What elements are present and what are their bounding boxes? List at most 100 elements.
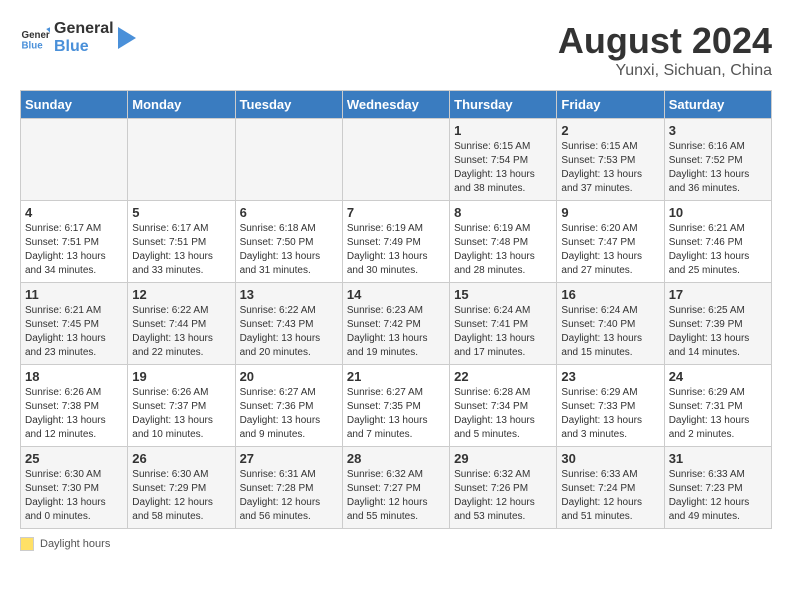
calendar-cell: 23 Sunrise: 6:29 AM Sunset: 7:33 PM Dayli… (557, 365, 664, 447)
logo-icon: General Blue (20, 23, 50, 53)
calendar-cell: 6Sunrise: 6:18 AM Sunset: 7:50 PM Daylig… (235, 201, 342, 283)
day-info: Sunrise: 6:20 AM Sunset: 7:47 PM Dayligh… (561, 222, 659, 278)
calendar-cell: 12 Sunrise: 6:22 AM Sunset: 7:44 PM Dayli… (128, 283, 235, 365)
calendar-week-0: 1 Sunrise: 6:15 AM Sunset: 7:54 PM Daylig… (21, 119, 772, 201)
day-number: 3 (669, 123, 767, 138)
calendar-cell: 24 Sunrise: 6:29 AM Sunset: 7:31 PM Dayli… (664, 365, 771, 447)
calendar-cell: 5Sunrise: 6:17 AM Sunset: 7:51 PM Daylig… (128, 201, 235, 283)
calendar-cell: 30 Sunrise: 6:33 AM Sunset: 7:24 PM Dayli… (557, 447, 664, 529)
logo: General Blue General Blue (20, 20, 136, 57)
day-info: Sunrise: 6:19 AM Sunset: 7:48 PM Dayligh… (454, 222, 552, 278)
day-info: Sunrise: 6:23 AM Sunset: 7:42 PM Dayligh… (347, 304, 445, 360)
day-number: 20 (240, 369, 338, 384)
day-info: Sunrise: 6:31 AM Sunset: 7:28 PM Dayligh… (240, 468, 338, 524)
calendar-cell: 11 Sunrise: 6:21 AM Sunset: 7:45 PM Dayli… (21, 283, 128, 365)
calendar-week-3: 18Sunrise: 6:26 AM Sunset: 7:38 PM Dayli… (21, 365, 772, 447)
calendar-cell: 31Sunrise: 6:33 AM Sunset: 7:23 PM Dayli… (664, 447, 771, 529)
day-info: Sunrise: 6:26 AM Sunset: 7:38 PM Dayligh… (25, 386, 123, 442)
logo-general: General (54, 20, 114, 38)
day-number: 22 (454, 369, 552, 384)
day-info: Sunrise: 6:16 AM Sunset: 7:52 PM Dayligh… (669, 140, 767, 196)
calendar-cell: 1 Sunrise: 6:15 AM Sunset: 7:54 PM Daylig… (450, 119, 557, 201)
calendar-week-4: 25 Sunrise: 6:30 AM Sunset: 7:30 PM Dayli… (21, 447, 772, 529)
calendar-cell: 18Sunrise: 6:26 AM Sunset: 7:38 PM Dayli… (21, 365, 128, 447)
calendar-cell: 28 Sunrise: 6:32 AM Sunset: 7:27 PM Dayli… (342, 447, 449, 529)
header-sunday: Sunday (21, 91, 128, 119)
day-number: 12 (132, 287, 230, 302)
calendar-week-1: 4Sunrise: 6:17 AM Sunset: 7:51 PM Daylig… (21, 201, 772, 283)
day-number: 1 (454, 123, 552, 138)
day-info: Sunrise: 6:17 AM Sunset: 7:51 PM Dayligh… (25, 222, 123, 278)
day-number: 29 (454, 451, 552, 466)
day-number: 8 (454, 205, 552, 220)
calendar-week-2: 11 Sunrise: 6:21 AM Sunset: 7:45 PM Dayli… (21, 283, 772, 365)
day-number: 9 (561, 205, 659, 220)
day-info: Sunrise: 6:26 AM Sunset: 7:37 PM Dayligh… (132, 386, 230, 442)
calendar-cell: 17 Sunrise: 6:25 AM Sunset: 7:39 PM Dayli… (664, 283, 771, 365)
calendar-cell (235, 119, 342, 201)
day-info: Sunrise: 6:22 AM Sunset: 7:44 PM Dayligh… (132, 304, 230, 360)
calendar-cell: 25 Sunrise: 6:30 AM Sunset: 7:30 PM Dayli… (21, 447, 128, 529)
day-info: Sunrise: 6:33 AM Sunset: 7:24 PM Dayligh… (561, 468, 659, 524)
day-number: 27 (240, 451, 338, 466)
day-info: Sunrise: 6:28 AM Sunset: 7:34 PM Dayligh… (454, 386, 552, 442)
calendar-cell: 2 Sunrise: 6:15 AM Sunset: 7:53 PM Daylig… (557, 119, 664, 201)
calendar-cell: 15 Sunrise: 6:24 AM Sunset: 7:41 PM Dayli… (450, 283, 557, 365)
header-monday: Monday (128, 91, 235, 119)
day-info: Sunrise: 6:29 AM Sunset: 7:31 PM Dayligh… (669, 386, 767, 442)
day-info: Sunrise: 6:30 AM Sunset: 7:30 PM Dayligh… (25, 468, 123, 524)
main-title: August 2024 (558, 20, 772, 62)
calendar-table: SundayMondayTuesdayWednesdayThursdayFrid… (20, 90, 772, 529)
calendar-cell: 21Sunrise: 6:27 AM Sunset: 7:35 PM Dayli… (342, 365, 449, 447)
day-info: Sunrise: 6:27 AM Sunset: 7:36 PM Dayligh… (240, 386, 338, 442)
day-info: Sunrise: 6:17 AM Sunset: 7:51 PM Dayligh… (132, 222, 230, 278)
day-number: 23 (561, 369, 659, 384)
logo-blue: Blue (54, 38, 114, 56)
calendar-cell: 29 Sunrise: 6:32 AM Sunset: 7:26 PM Dayli… (450, 447, 557, 529)
day-number: 30 (561, 451, 659, 466)
day-info: Sunrise: 6:24 AM Sunset: 7:40 PM Dayligh… (561, 304, 659, 360)
day-number: 16 (561, 287, 659, 302)
day-info: Sunrise: 6:25 AM Sunset: 7:39 PM Dayligh… (669, 304, 767, 360)
day-number: 31 (669, 451, 767, 466)
svg-text:General: General (22, 30, 51, 41)
header-wednesday: Wednesday (342, 91, 449, 119)
day-number: 13 (240, 287, 338, 302)
footer: Daylight hours (20, 537, 772, 551)
header-friday: Friday (557, 91, 664, 119)
day-info: Sunrise: 6:32 AM Sunset: 7:27 PM Dayligh… (347, 468, 445, 524)
day-info: Sunrise: 6:21 AM Sunset: 7:45 PM Dayligh… (25, 304, 123, 360)
calendar-cell: 4Sunrise: 6:17 AM Sunset: 7:51 PM Daylig… (21, 201, 128, 283)
day-number: 6 (240, 205, 338, 220)
day-number: 2 (561, 123, 659, 138)
day-number: 24 (669, 369, 767, 384)
day-info: Sunrise: 6:32 AM Sunset: 7:26 PM Dayligh… (454, 468, 552, 524)
calendar-cell: 26Sunrise: 6:30 AM Sunset: 7:29 PM Dayli… (128, 447, 235, 529)
title-block: August 2024 Yunxi, Sichuan, China (558, 20, 772, 80)
header-saturday: Saturday (664, 91, 771, 119)
day-info: Sunrise: 6:15 AM Sunset: 7:53 PM Dayligh… (561, 140, 659, 196)
calendar-cell: 9 Sunrise: 6:20 AM Sunset: 7:47 PM Daylig… (557, 201, 664, 283)
day-number: 14 (347, 287, 445, 302)
day-info: Sunrise: 6:27 AM Sunset: 7:35 PM Dayligh… (347, 386, 445, 442)
day-number: 11 (25, 287, 123, 302)
calendar-cell (21, 119, 128, 201)
day-info: Sunrise: 6:24 AM Sunset: 7:41 PM Dayligh… (454, 304, 552, 360)
day-info: Sunrise: 6:19 AM Sunset: 7:49 PM Dayligh… (347, 222, 445, 278)
day-info: Sunrise: 6:22 AM Sunset: 7:43 PM Dayligh… (240, 304, 338, 360)
day-number: 28 (347, 451, 445, 466)
calendar-cell: 19Sunrise: 6:26 AM Sunset: 7:37 PM Dayli… (128, 365, 235, 447)
logo-arrow-icon (118, 27, 136, 49)
daylight-label: Daylight hours (40, 538, 110, 550)
day-number: 25 (25, 451, 123, 466)
day-info: Sunrise: 6:15 AM Sunset: 7:54 PM Dayligh… (454, 140, 552, 196)
day-number: 17 (669, 287, 767, 302)
calendar-header-row: SundayMondayTuesdayWednesdayThursdayFrid… (21, 91, 772, 119)
calendar-cell: 7Sunrise: 6:19 AM Sunset: 7:49 PM Daylig… (342, 201, 449, 283)
day-info: Sunrise: 6:29 AM Sunset: 7:33 PM Dayligh… (561, 386, 659, 442)
calendar-cell (342, 119, 449, 201)
day-info: Sunrise: 6:30 AM Sunset: 7:29 PM Dayligh… (132, 468, 230, 524)
svg-text:Blue: Blue (22, 41, 44, 52)
day-number: 15 (454, 287, 552, 302)
day-number: 10 (669, 205, 767, 220)
